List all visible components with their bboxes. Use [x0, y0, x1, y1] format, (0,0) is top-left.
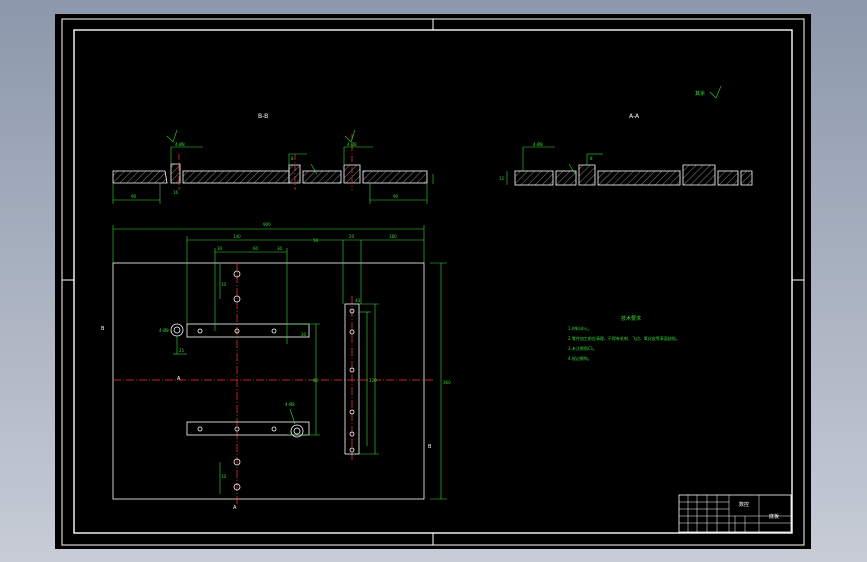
dim-text: 8	[590, 156, 593, 161]
dim-overall-height: 360	[443, 380, 451, 385]
dim-overall-width: 900	[263, 222, 271, 227]
cad-drawing-viewport[interactable]: B-B 90 90 4-Ø8 4-Ø8 8 16 A-A 12 4-Ø8 8 其…	[55, 14, 811, 549]
view-marker-b: B	[428, 444, 432, 450]
section-aa-segment	[578, 164, 596, 186]
section-bb-segment	[170, 163, 181, 184]
section-label-aa: A-A	[629, 113, 640, 120]
section-aa-segment	[740, 170, 753, 186]
tech-req-line: 2.零件加工前应清理，不得有毛刺、飞边、氧化皮等表面缺陷。	[568, 335, 680, 341]
title-block-name: 底板	[769, 513, 779, 520]
section-bb-segment	[302, 170, 342, 184]
section-aa-segment	[597, 170, 681, 186]
section-bb-segment	[288, 164, 301, 184]
dim-text: 60	[253, 246, 259, 251]
dim-text: 30	[217, 246, 223, 251]
dim-text: 4-Ø8	[159, 328, 169, 333]
technical-requirements: 技术要求 1.材料淬火。 2.零件加工前应清理，不得有毛刺、飞边、氧化皮等表面缺…	[568, 315, 680, 361]
dim-text: 30	[301, 332, 307, 337]
dim-text: 90	[131, 194, 137, 199]
dim-text: 25	[179, 348, 185, 353]
tech-req-line: 3.未注倒角C1。	[568, 345, 597, 351]
roughness-note: 其余	[695, 90, 705, 97]
section-bb-segment	[362, 170, 428, 184]
section-bb-segment	[182, 170, 290, 184]
dim-text: 80	[313, 378, 319, 383]
view-marker-a: A	[177, 376, 181, 382]
section-view-bb: B-B 90 90 4-Ø8 4-Ø8 8 16	[112, 113, 434, 204]
dim-text: 180	[389, 234, 397, 239]
tech-req-line: 1.材料淬火。	[568, 325, 592, 331]
dim-text: 90	[393, 194, 399, 199]
dim-text: 40	[355, 298, 361, 303]
dim-text: 10	[221, 282, 227, 287]
dim-text: 30	[277, 246, 283, 251]
dim-text: 50	[313, 238, 319, 243]
slot-lower	[186, 421, 310, 436]
dim-text: 4-Ø8	[285, 402, 295, 407]
dim-text: 120	[369, 378, 377, 383]
view-marker-a: A	[233, 505, 237, 511]
plan-view: 900 140 50 20 180 30 60 30 360 80 120 30…	[101, 222, 451, 511]
plate-outline	[112, 262, 425, 500]
tech-req-line: 4.锐边倒钝。	[568, 355, 592, 361]
dim-text: 20	[349, 234, 355, 239]
dim-text: 10	[221, 474, 227, 479]
title-block: 数控 底板	[678, 494, 792, 533]
slot-upper	[186, 323, 310, 338]
dim-text: 4-Ø8	[175, 142, 185, 147]
dim-text: 12	[499, 176, 505, 181]
dim-text: 4-Ø8	[347, 142, 357, 147]
section-aa-segment	[555, 170, 577, 186]
view-marker-b: B	[101, 326, 105, 332]
outer-border	[61, 18, 805, 546]
title-block-code: 数控	[739, 501, 749, 508]
section-bb-segment	[112, 170, 168, 184]
section-view-aa: A-A 12 4-Ø8 8 其余	[499, 85, 753, 186]
dim-text: 16	[173, 190, 179, 195]
section-label-bb: B-B	[258, 113, 268, 120]
dim-text: 140	[233, 234, 241, 239]
dim-text: 8	[291, 156, 294, 161]
inner-border	[73, 29, 793, 534]
dim-text: 4-Ø8	[533, 142, 543, 147]
section-aa-segment	[514, 170, 554, 186]
tech-req-title: 技术要求	[621, 315, 641, 322]
section-aa-segment	[717, 170, 739, 186]
drawing-canvas: B-B 90 90 4-Ø8 4-Ø8 8 16 A-A 12 4-Ø8 8 其…	[61, 18, 805, 546]
section-aa-segment	[682, 164, 716, 186]
